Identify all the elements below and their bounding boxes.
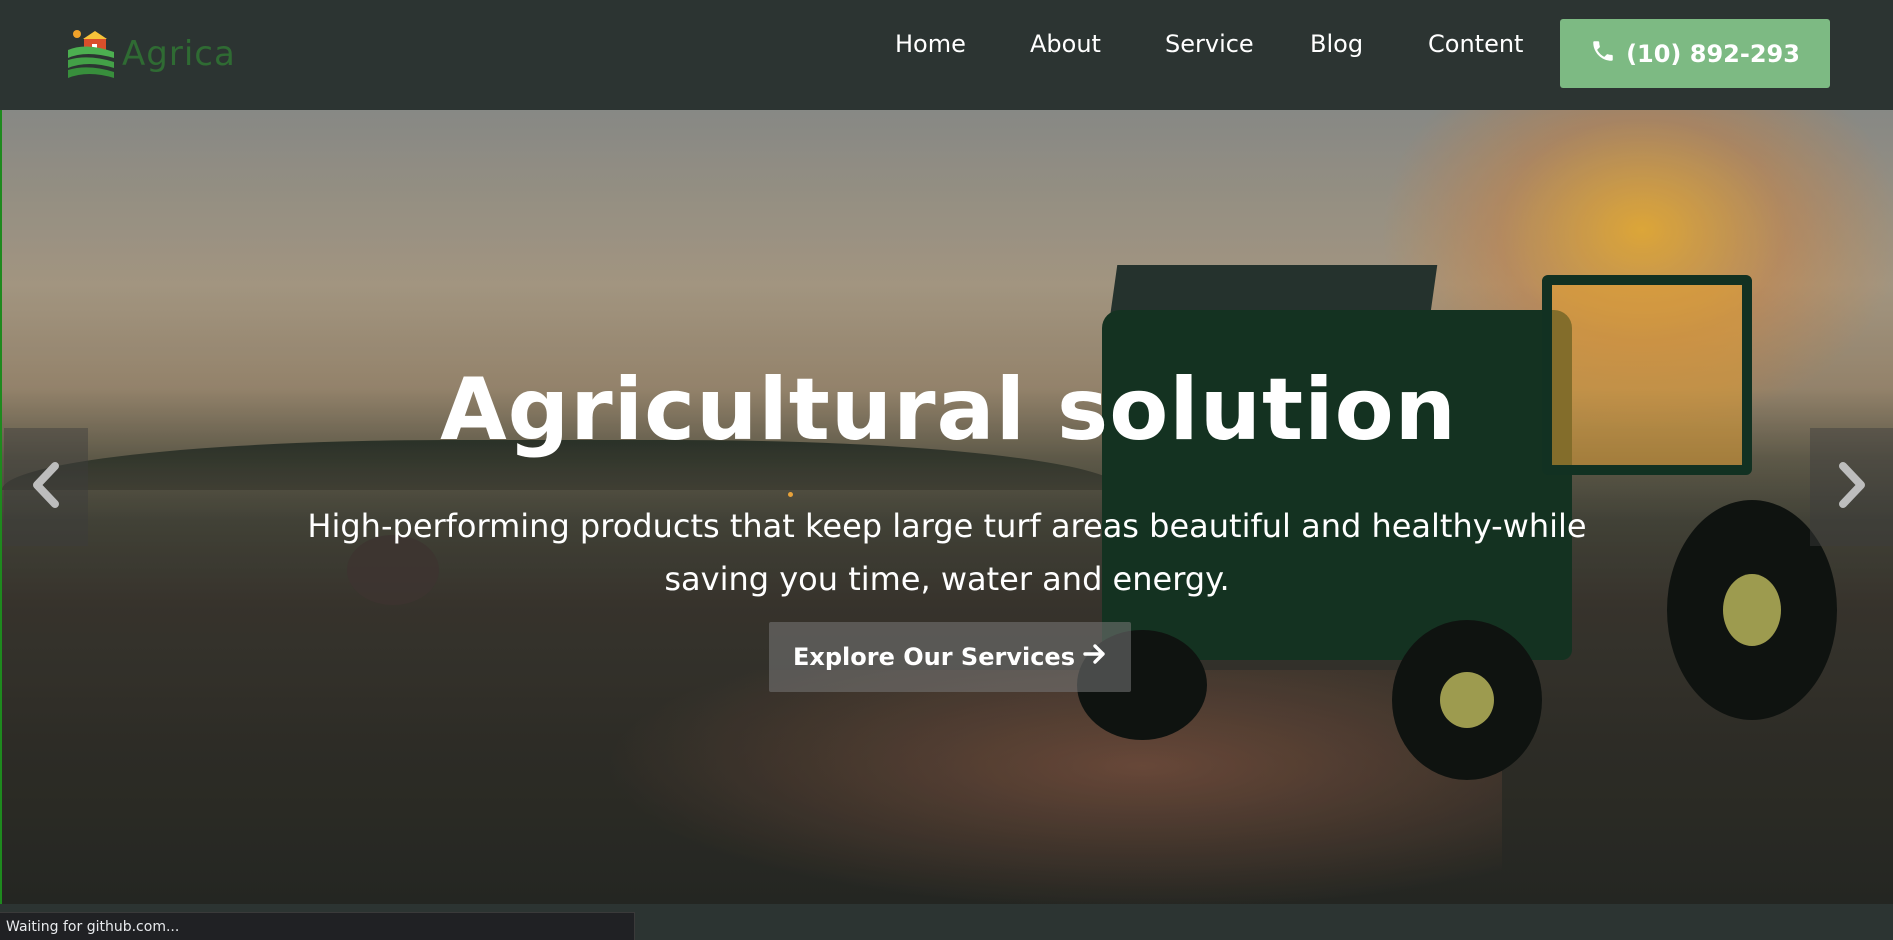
- nav-link-blog[interactable]: Blog: [1310, 30, 1363, 58]
- logo[interactable]: Agrica: [66, 28, 246, 80]
- nav-link-home[interactable]: Home: [895, 30, 966, 58]
- nav-link-service[interactable]: Service: [1165, 30, 1254, 58]
- nav-link-content[interactable]: Content: [1428, 30, 1523, 58]
- carousel-next-button[interactable]: [1810, 428, 1893, 546]
- arrow-right-icon: [1083, 643, 1107, 671]
- phone-icon: [1590, 38, 1616, 70]
- chevron-left-icon: [29, 462, 63, 512]
- phone-number: (10) 892-293: [1626, 39, 1800, 68]
- phone-button[interactable]: (10) 892-293: [1560, 19, 1830, 88]
- ember-dot: [788, 492, 793, 497]
- explore-services-button[interactable]: Explore Our Services: [769, 622, 1131, 692]
- nav-link-about[interactable]: About: [1030, 30, 1101, 58]
- brand-name: Agrica: [122, 34, 236, 74]
- hero-banner: Agricultural solution High-performing pr…: [2, 110, 1893, 904]
- browser-status-bar: Waiting for github.com...: [0, 912, 635, 940]
- hero-title: Agricultural solution: [440, 360, 1457, 460]
- hero-left-border: [0, 110, 2, 904]
- carousel-prev-button[interactable]: [4, 428, 88, 546]
- cta-label: Explore Our Services: [793, 643, 1075, 671]
- hero-subtitle: High-performing products that keep large…: [307, 507, 1587, 598]
- farm-logo-icon: [66, 28, 116, 80]
- chevron-right-icon: [1835, 462, 1869, 512]
- navbar: Agrica Home About Service Blog Content (…: [0, 0, 1893, 110]
